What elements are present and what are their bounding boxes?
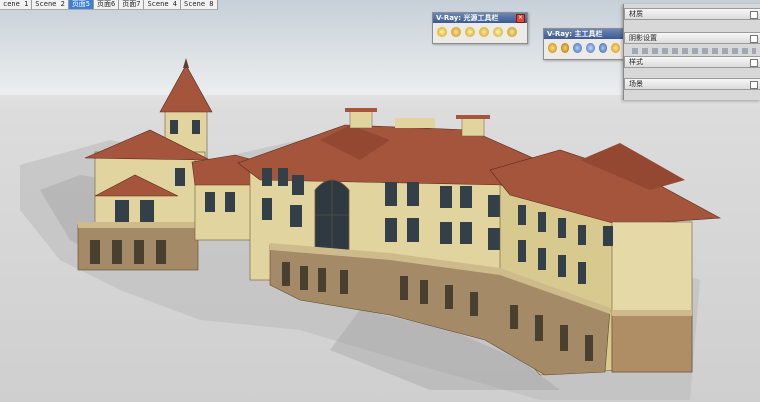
ies-light-icon[interactable] xyxy=(465,27,475,37)
tray-panel-label: 材质 xyxy=(629,10,643,18)
divider xyxy=(632,48,756,54)
close-icon[interactable]: × xyxy=(516,14,525,23)
mesh-light-icon[interactable] xyxy=(507,27,517,37)
tray-panel-styles[interactable]: 样式 xyxy=(624,56,760,68)
expand-icon[interactable] xyxy=(750,81,758,89)
expand-icon[interactable] xyxy=(750,11,758,19)
scene-tab-6[interactable]: Scene 8 xyxy=(181,0,218,9)
scene-tab-5[interactable]: Scene 4 xyxy=(144,0,181,9)
scene-tabs: cene 1 Scene 2 页面5 页面6 页面7 Scene 4 Scene… xyxy=(0,0,218,10)
default-tray: 材质 阴影设置 样式 场景 xyxy=(623,4,760,100)
interactive-render-icon[interactable] xyxy=(598,43,608,53)
scene-tab-3[interactable]: 页面6 xyxy=(94,0,120,9)
vray-light-toolbar[interactable]: V-Ray: 光源工具栏 × xyxy=(432,12,528,44)
material-editor-icon[interactable] xyxy=(560,43,570,53)
tray-panel-materials[interactable]: 材质 xyxy=(624,8,760,20)
tray-panel-label: 场景 xyxy=(629,80,643,88)
tray-panel-label: 阴影设置 xyxy=(629,34,657,42)
tray-panel-label: 样式 xyxy=(629,58,643,66)
expand-icon[interactable] xyxy=(750,35,758,43)
tray-panel-shadows[interactable]: 阴影设置 xyxy=(624,32,760,44)
frame-buffer-icon[interactable] xyxy=(586,43,595,53)
tray-panel-scenes[interactable]: 场景 xyxy=(624,78,760,90)
vray-main-toolbar-title[interactable]: V-Ray: 主工具栏 xyxy=(544,29,624,39)
vray-light-toolbar-title[interactable]: V-Ray: 光源工具栏 xyxy=(433,13,527,23)
scene-tab-0[interactable]: cene 1 xyxy=(0,0,33,9)
scene-tab-2[interactable]: 页面5 xyxy=(68,0,95,9)
sphere-light-icon[interactable] xyxy=(493,27,503,37)
expand-icon[interactable] xyxy=(750,59,758,67)
scene-tab-4[interactable]: 页面7 xyxy=(119,0,145,9)
3d-viewport[interactable]: cene 1 Scene 2 页面5 页面6 页面7 Scene 4 Scene… xyxy=(0,0,760,402)
help-icon[interactable] xyxy=(611,43,621,53)
vray-main-toolbar[interactable]: V-Ray: 主工具栏 xyxy=(543,28,625,60)
scene-tab-1[interactable]: Scene 2 xyxy=(32,0,69,9)
render-icon[interactable] xyxy=(548,43,557,53)
omni-light-icon[interactable] xyxy=(437,27,447,37)
options-icon[interactable] xyxy=(573,43,583,53)
dome-light-icon[interactable] xyxy=(479,27,489,37)
spot-light-icon[interactable] xyxy=(451,27,461,37)
